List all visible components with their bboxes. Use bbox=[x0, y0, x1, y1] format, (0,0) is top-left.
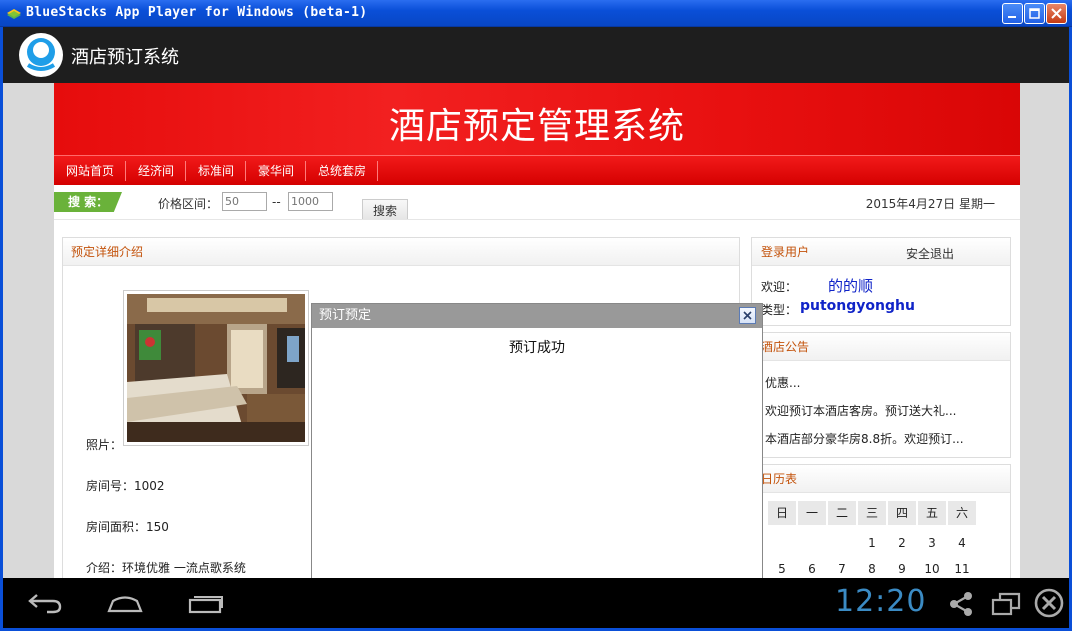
logout-link[interactable]: 安全退出 bbox=[906, 245, 954, 262]
price-dash: -- bbox=[272, 195, 281, 209]
user-panel: 登录用户 安全退出 欢迎： 的的顺 类型： putongyonghu bbox=[751, 237, 1011, 326]
weekday-header: 六 bbox=[948, 501, 976, 525]
notice-item[interactable]: 优惠... bbox=[765, 374, 800, 391]
room-area: 房间面积：150 bbox=[86, 520, 169, 534]
close-icon bbox=[1051, 8, 1062, 19]
room-intro: 介绍：环境优雅 一流点歌系统 bbox=[86, 561, 246, 575]
banner-title: 酒店预定管理系统 bbox=[388, 106, 685, 147]
room-photo-image bbox=[127, 294, 305, 442]
window-titlebar[interactable]: BlueStacks App Player for Windows (beta-… bbox=[0, 0, 1072, 27]
calendar-heading: 日历表 bbox=[752, 465, 1010, 493]
maximize-button[interactable] bbox=[1024, 3, 1045, 24]
room-photo bbox=[123, 290, 309, 446]
nav-home[interactable]: 网站首页 bbox=[66, 156, 114, 186]
notice-heading: 酒店公告 bbox=[752, 333, 1010, 361]
weekday-header: 五 bbox=[918, 501, 946, 525]
user-heading: 登录用户 bbox=[752, 238, 1010, 266]
calendar-panel: 日历表 日 一 二 三 四 五 六 1 2 3 4 5 6 7 8 9 10 1… bbox=[751, 464, 1011, 578]
booking-dialog: 预订预定 预订成功 bbox=[311, 303, 763, 579]
weekday-header: 四 bbox=[888, 501, 916, 525]
close-icon bbox=[743, 311, 752, 320]
window-title: BlueStacks App Player for Windows (beta-… bbox=[26, 5, 368, 20]
android-action-bar: 酒店预订系统 bbox=[3, 27, 1069, 83]
bluestacks-window: BlueStacks App Player for Windows (beta-… bbox=[0, 0, 1072, 631]
dialog-title: 预订预定 bbox=[312, 304, 762, 328]
detail-heading: 预定详细介绍 bbox=[63, 238, 739, 266]
home-icon[interactable] bbox=[106, 592, 144, 614]
calendar-day[interactable]: 6 bbox=[798, 562, 826, 576]
back-icon[interactable] bbox=[27, 592, 63, 614]
nav-economy[interactable]: 经济间 bbox=[138, 156, 174, 186]
minimize-button[interactable] bbox=[1002, 3, 1023, 24]
nav-deluxe[interactable]: 豪华间 bbox=[258, 156, 294, 186]
nav-presidential[interactable]: 总统套房 bbox=[318, 156, 366, 186]
share-icon[interactable] bbox=[947, 590, 975, 618]
app-logo-icon bbox=[19, 33, 63, 77]
type-label: 类型： bbox=[761, 303, 798, 317]
calendar-day[interactable]: 2 bbox=[888, 536, 916, 550]
photo-label: 照片： bbox=[86, 438, 123, 452]
nav-divider bbox=[125, 161, 126, 181]
exit-app-icon[interactable] bbox=[1033, 587, 1065, 619]
calendar-day[interactable]: 10 bbox=[918, 562, 946, 576]
search-button[interactable]: 搜索 bbox=[362, 199, 408, 221]
bluestacks-logo-icon bbox=[7, 9, 21, 19]
notice-item[interactable]: 欢迎预订本酒店客房。预订送大礼... bbox=[765, 402, 956, 419]
user-type: putongyonghu bbox=[800, 298, 915, 314]
nav-divider bbox=[305, 161, 306, 181]
welcome-name: 的的顺 bbox=[828, 277, 874, 295]
minimize-icon bbox=[1008, 16, 1016, 18]
close-window-button[interactable] bbox=[1046, 3, 1067, 24]
clock: 12:20 bbox=[835, 584, 927, 619]
weekday-header: 二 bbox=[828, 501, 856, 525]
calendar-day[interactable]: 3 bbox=[918, 536, 946, 550]
site-banner: 酒店预定管理系统 bbox=[54, 83, 1020, 155]
nav-divider bbox=[377, 161, 378, 181]
min-price-input[interactable] bbox=[222, 192, 267, 211]
recent-apps-icon[interactable] bbox=[187, 592, 225, 614]
nav-divider bbox=[245, 161, 246, 181]
dialog-close-button[interactable] bbox=[739, 307, 756, 324]
calendar-day[interactable]: 7 bbox=[828, 562, 856, 576]
search-bar: 搜 索： 价格区间： -- 搜索 2015年4月27日 星期一 bbox=[54, 185, 1020, 221]
app-title: 酒店预订系统 bbox=[71, 47, 179, 68]
calendar-day[interactable]: 11 bbox=[948, 562, 976, 576]
weekday-header: 日 bbox=[768, 501, 796, 525]
maximize-icon bbox=[1029, 8, 1040, 19]
current-date: 2015年4月27日 星期一 bbox=[865, 197, 995, 211]
welcome-label: 欢迎： bbox=[761, 280, 798, 294]
calendar-day[interactable]: 8 bbox=[858, 562, 886, 576]
calendar-day[interactable]: 5 bbox=[768, 562, 796, 576]
window-border bbox=[0, 27, 3, 631]
search-tag: 搜 索： bbox=[54, 192, 122, 212]
dialog-message: 预订成功 bbox=[509, 340, 565, 356]
calendar-day[interactable]: 9 bbox=[888, 562, 916, 576]
weekday-header: 一 bbox=[798, 501, 826, 525]
price-range-label: 价格区间： bbox=[158, 197, 219, 211]
nav-divider bbox=[185, 161, 186, 181]
android-nav-bar: 12:20 bbox=[3, 578, 1069, 628]
site-nav: 网站首页 经济间 标准间 豪华间 总统套房 bbox=[54, 155, 1020, 185]
room-number: 房间号：1002 bbox=[86, 479, 165, 493]
calendar-day[interactable]: 4 bbox=[948, 536, 976, 550]
sidebar: 登录用户 安全退出 欢迎： 的的顺 类型： putongyonghu 酒店公告 … bbox=[751, 220, 1013, 578]
calendar-day[interactable]: 1 bbox=[858, 536, 886, 550]
notice-item[interactable]: 本酒店部分豪华房8.8折。欢迎预订... bbox=[765, 430, 964, 447]
nav-standard[interactable]: 标准间 bbox=[198, 156, 234, 186]
resize-window-icon[interactable] bbox=[990, 590, 1022, 618]
weekday-header: 三 bbox=[858, 501, 886, 525]
max-price-input[interactable] bbox=[288, 192, 333, 211]
notice-panel: 酒店公告 优惠... 欢迎预订本酒店客房。预订送大礼... 本酒店部分豪华房8.… bbox=[751, 332, 1011, 458]
